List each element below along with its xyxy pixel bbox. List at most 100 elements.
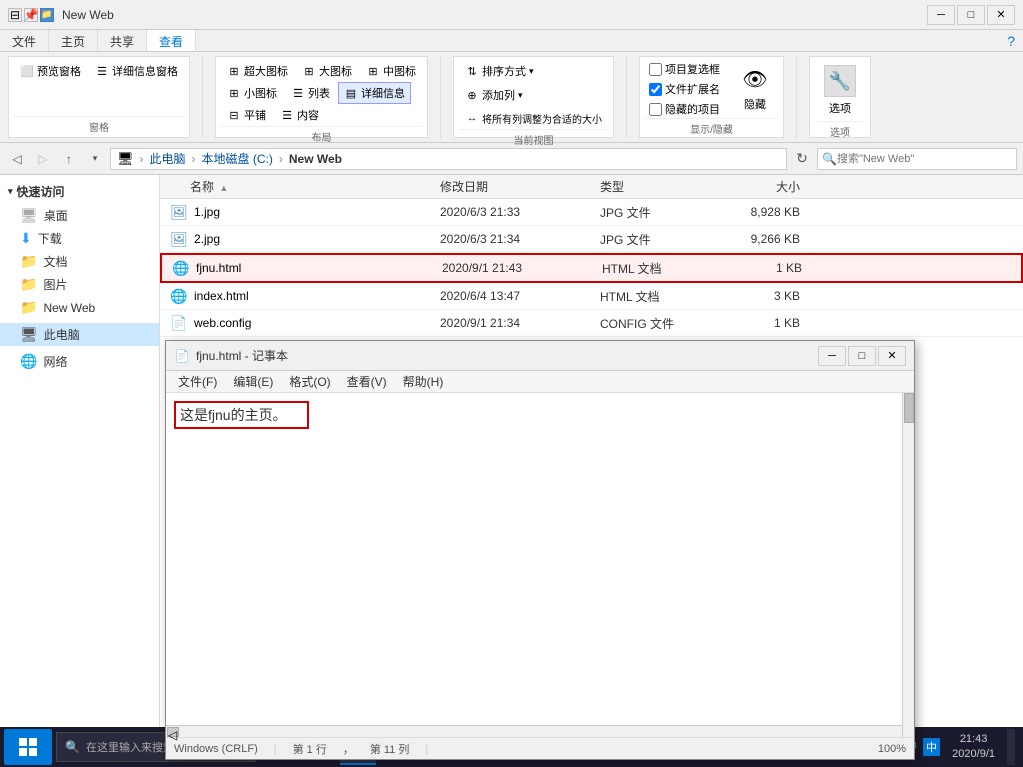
large-icon-btn[interactable]: ⊞ 大图标 <box>296 60 358 82</box>
file-row-fjnu[interactable]: 🌐 fjnu.html 2020/9/1 21:43 HTML 文档 1 KB <box>160 253 1023 283</box>
notepad-title-bar: 📄 fjnu.html - 记事本 ─ □ ✕ <box>166 341 914 371</box>
notepad-menu-help[interactable]: 帮助(H) <box>395 371 452 392</box>
path-local-disk[interactable]: 本地磁盘 (C:) <box>202 150 273 167</box>
sidebar-item-downloads[interactable]: ⬇ 下载 <box>0 227 159 250</box>
pin-icon[interactable]: 📌 <box>24 8 38 22</box>
item-checkbox-input[interactable] <box>649 63 662 76</box>
notepad-menu-file[interactable]: 文件(F) <box>170 371 225 392</box>
file-size-index: 3 KB <box>720 289 820 303</box>
tab-file[interactable]: 文件 <box>0 30 49 51</box>
maximize-button[interactable]: □ <box>957 5 985 25</box>
file-row[interactable]: 🖼 2.jpg 2020/6/3 21:34 JPG 文件 9,266 KB <box>160 226 1023 253</box>
content-btn[interactable]: ☰ 内容 <box>274 104 325 126</box>
col-header-date[interactable]: 修改日期 <box>440 178 600 195</box>
adjust-col-btn[interactable]: ↔ 将所有列调整为合适的大小 <box>459 108 608 129</box>
options-button[interactable]: 🔧 选项 <box>815 60 865 121</box>
sidebar-item-desktop[interactable]: 🖥 桌面 <box>0 204 159 227</box>
up-button[interactable]: ↑ <box>58 148 80 170</box>
ribbon: 文件 主页 共享 查看 ? ⬜ 预览窗格 ☰ 详细信息窗格 <box>0 30 1023 143</box>
ribbon-group-current-view: ⇅ 排序方式 ▾ ⊕ 添加列 ▾ ↔ 将所有列调整为合适的大小 当前视图 <box>453 56 614 138</box>
notepad-scrollbar[interactable] <box>902 393 914 737</box>
clock-time: 21:43 <box>952 732 995 747</box>
forward-button[interactable]: ▷ <box>32 148 54 170</box>
item-checkbox-check[interactable]: 项目复选框 <box>645 60 724 78</box>
small-icon-btn[interactable]: ⊞ 小图标 <box>221 82 283 104</box>
add-col-btn[interactable]: ⊕ 添加列 ▾ <box>459 84 529 106</box>
hide-icon: 👁 <box>741 65 769 93</box>
notepad-status-bar: Windows (CRLF) | 第 1 行，第 11 列 | 100% <box>166 737 914 759</box>
notepad-menu-view[interactable]: 查看(V) <box>339 371 395 392</box>
taskbar-clock[interactable]: 21:43 2020/9/1 <box>944 732 1003 763</box>
minimize-button[interactable]: ─ <box>927 5 955 25</box>
folder-icon-newweb: 📁 <box>20 299 37 316</box>
tab-home[interactable]: 主页 <box>49 30 98 51</box>
details-view-btn[interactable]: ▤ 详细信息 <box>338 82 411 104</box>
window-title: New Web <box>62 8 927 22</box>
sidebar-item-documents[interactable]: 📁 文档 <box>0 250 159 273</box>
notepad-content-area[interactable]: 这是fjnu的主页。 <box>166 393 914 737</box>
file-row-index[interactable]: 🌐 index.html 2020/6/4 13:47 HTML 文档 3 KB <box>160 283 1023 310</box>
medium-icon-btn[interactable]: ⊞ 中图标 <box>360 60 422 82</box>
layout-row-3: ⊟ 平铺 ☰ 内容 <box>221 104 325 126</box>
notepad-close-button[interactable]: ✕ <box>878 346 906 366</box>
hidden-items-check[interactable]: 隐藏的项目 <box>645 100 724 118</box>
refresh-button[interactable]: ↻ <box>791 148 813 170</box>
ribbon-content: ⬜ 预览窗格 ☰ 详细信息窗格 窗格 ⊞ 超大 <box>0 52 1023 142</box>
path-new-web[interactable]: New Web <box>289 152 342 166</box>
taskbar-search-text: 在这里输入来搜索 <box>86 739 174 755</box>
divider-3 <box>626 56 627 138</box>
notepad-menu-format[interactable]: 格式(O) <box>281 371 338 392</box>
notepad-minimize-button[interactable]: ─ <box>818 346 846 366</box>
sidebar-item-network[interactable]: 🌐 网络 <box>0 350 159 373</box>
col-header-type[interactable]: 类型 <box>600 178 720 195</box>
file-name-cell-config: 📄 web.config <box>160 314 440 332</box>
tab-share[interactable]: 共享 <box>98 30 147 51</box>
file-date-fjnu: 2020/9/1 21:43 <box>442 261 602 275</box>
tile-btn[interactable]: ⊟ 平铺 <box>221 104 272 126</box>
path-this-pc[interactable]: 此电脑 <box>150 150 186 167</box>
hide-button[interactable]: 👁 隐藏 <box>732 60 778 117</box>
notepad-title-text: fjnu.html - 记事本 <box>196 347 818 364</box>
tray-ime-cn[interactable]: 中 <box>923 738 940 756</box>
sidebar-item-pictures[interactable]: 📁 图片 <box>0 273 159 296</box>
close-button[interactable]: ✕ <box>987 5 1015 25</box>
file-ext-check[interactable]: 文件扩展名 <box>645 80 724 98</box>
extra-large-icon-btn[interactable]: ⊞ 超大图标 <box>221 60 294 82</box>
notepad-menu-edit[interactable]: 编辑(E) <box>225 371 281 392</box>
preview-pane-button[interactable]: ⬜ 预览窗格 <box>14 60 87 82</box>
back-button[interactable]: ◁ <box>6 148 28 170</box>
show-desktop-button[interactable] <box>1007 729 1015 765</box>
file-ext-input[interactable] <box>649 83 662 96</box>
sidebar-item-this-pc[interactable]: 🖥 此电脑 <box>0 323 159 346</box>
list-btn[interactable]: ☰ 列表 <box>285 82 336 104</box>
file-date-1: 2020/6/3 21:33 <box>440 205 600 219</box>
recent-locations-button[interactable]: ▾ <box>84 148 106 170</box>
col-header-name[interactable]: 名称 ▲ <box>160 178 440 195</box>
start-button[interactable] <box>4 729 52 765</box>
help-button[interactable]: ? <box>999 30 1023 51</box>
sidebar-item-new-web[interactable]: 📁 New Web <box>0 296 159 319</box>
file-row[interactable]: 🖼 1.jpg 2020/6/3 21:33 JPG 文件 8,928 KB <box>160 199 1023 226</box>
file-row-config[interactable]: 📄 web.config 2020/9/1 21:34 CONFIG 文件 1 … <box>160 310 1023 337</box>
notepad-hscrollbar[interactable]: ◁ <box>166 725 902 737</box>
notepad-maximize-button[interactable]: □ <box>848 346 876 366</box>
col-header-size[interactable]: 大小 <box>720 178 820 195</box>
chevron-icon: ▾ <box>8 186 13 197</box>
search-input[interactable] <box>837 153 1012 165</box>
tab-view[interactable]: 查看 <box>147 30 196 51</box>
address-path[interactable]: 🖥 › 此电脑 › 本地磁盘 (C:) › New Web <box>110 148 787 170</box>
quick-access-icon[interactable]: ⊟ <box>8 8 22 22</box>
taskbar-search-icon: 🔍 <box>65 740 80 754</box>
scrollbar-thumb[interactable] <box>904 393 914 423</box>
sort-by-btn[interactable]: ⇅ 排序方式 ▾ <box>459 60 540 82</box>
ribbon-tabs: 文件 主页 共享 查看 ? <box>0 30 1023 52</box>
sort-arrow: ▲ <box>219 183 228 193</box>
file-type-index: HTML 文档 <box>600 288 720 305</box>
hidden-items-input[interactable] <box>649 103 662 116</box>
details-pane-button[interactable]: ☰ 详细信息窗格 <box>89 60 184 82</box>
clock-date: 2020/9/1 <box>952 747 995 762</box>
content-icon: ☰ <box>280 108 294 122</box>
hscrollbar-left[interactable]: ◁ <box>167 727 179 737</box>
quick-access-header[interactable]: ▾ 快速访问 <box>0 179 159 204</box>
file-list-header: 名称 ▲ 修改日期 类型 大小 <box>160 175 1023 199</box>
